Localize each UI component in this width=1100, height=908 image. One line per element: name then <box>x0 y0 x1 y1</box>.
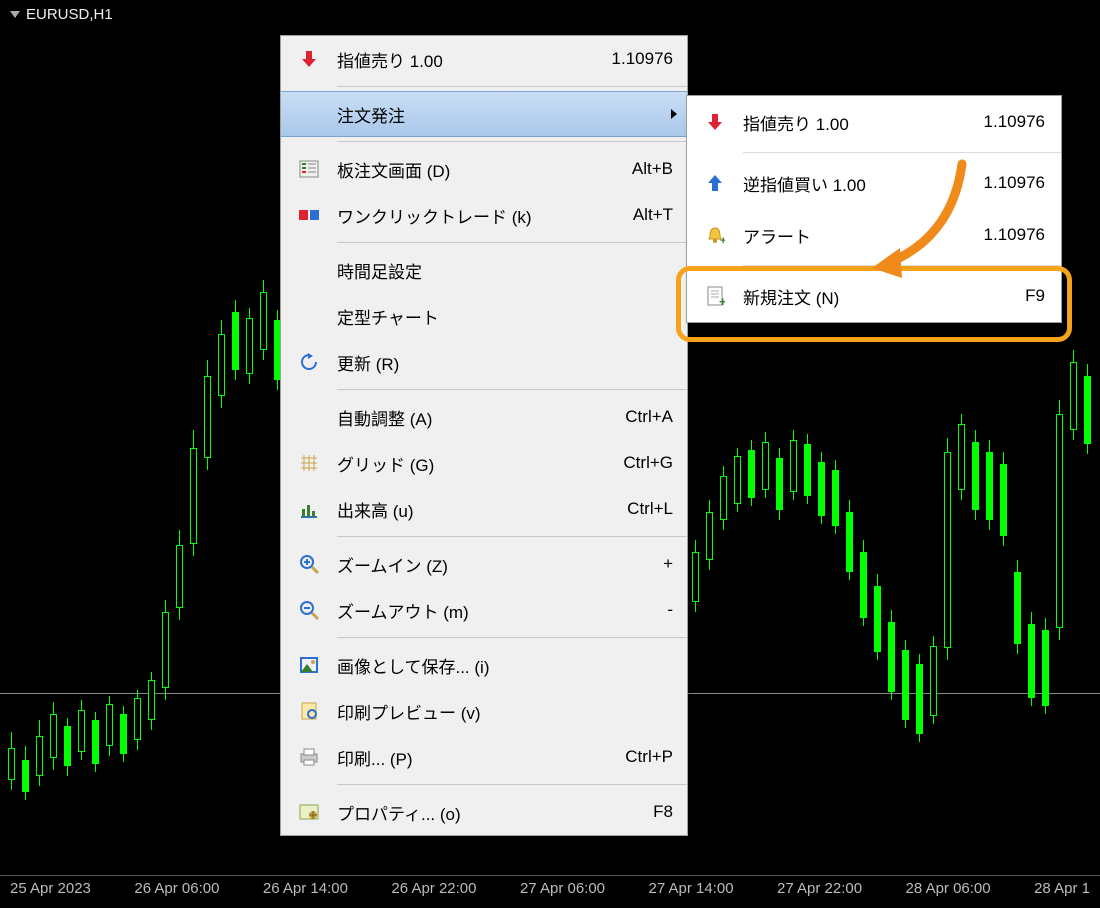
sell-arrow-icon <box>687 112 743 132</box>
menu-auto-scale[interactable]: 自動調整 (A) Ctrl+A <box>281 394 687 440</box>
x-axis-label: 26 Apr 14:00 <box>263 880 348 908</box>
one-click-icon <box>281 208 337 222</box>
menu-one-click-trading[interactable]: ワンクリックトレード (k) Alt+T <box>281 192 687 238</box>
menu-volumes[interactable]: 出来高 (u) Ctrl+L <box>281 486 687 532</box>
menu-save-as-image[interactable]: 画像として保存... (i) <box>281 642 687 688</box>
svg-text:+: + <box>719 294 725 307</box>
svg-text:+: + <box>720 235 725 245</box>
new-order-icon: + <box>687 285 743 307</box>
menu-zoom-out[interactable]: ズームアウト (m) - <box>281 587 687 633</box>
separator <box>337 86 687 87</box>
submenu-sell-limit[interactable]: 指値売り 1.00 1.10976 <box>687 96 1061 148</box>
x-axis-label: 28 Apr 1 <box>1034 880 1090 908</box>
separator <box>337 389 687 390</box>
menu-grid[interactable]: グリッド (G) Ctrl+G <box>281 440 687 486</box>
volume-bars-icon <box>281 499 337 519</box>
zoom-out-icon <box>281 599 337 621</box>
grid-icon <box>281 453 337 473</box>
menu-zoom-in[interactable]: ズームイン (Z) + <box>281 541 687 587</box>
x-axis-label: 26 Apr 06:00 <box>134 880 219 908</box>
separator <box>743 152 1061 153</box>
x-axis: 25 Apr 2023 26 Apr 06:00 26 Apr 14:00 26 Ap… <box>0 875 1100 908</box>
separator <box>337 784 687 785</box>
printer-icon <box>281 747 337 767</box>
separator <box>337 242 687 243</box>
separator <box>337 536 687 537</box>
buy-arrow-icon <box>687 173 743 193</box>
zoom-in-icon <box>281 553 337 575</box>
menu-templates[interactable]: 定型チャート <box>281 293 687 339</box>
chart-title-bar: EURUSD,H1 <box>0 0 1100 28</box>
sell-arrow-icon <box>281 49 337 69</box>
menu-print-preview[interactable]: 印刷プレビュー (v) <box>281 688 687 734</box>
grid-table-icon <box>281 160 337 178</box>
x-axis-label: 25 Apr 2023 <box>10 880 91 908</box>
submenu-arrow-icon <box>671 109 677 119</box>
x-axis-label: 28 Apr 06:00 <box>906 880 991 908</box>
submenu-new-order[interactable]: + 新規注文 (N) F9 <box>687 270 1061 322</box>
menu-sell-limit[interactable]: 指値売り 1.00 1.10976 <box>281 36 687 82</box>
submenu-alert[interactable]: + アラート 1.10976 <box>687 209 1061 261</box>
context-menu: 指値売り 1.00 1.10976 注文発注 板注文画面 (D) Alt+B ワ… <box>280 35 688 836</box>
x-axis-label: 27 Apr 22:00 <box>777 880 862 908</box>
menu-order[interactable]: 注文発注 <box>281 91 687 137</box>
x-axis-label: 26 Apr 22:00 <box>391 880 476 908</box>
refresh-icon <box>281 352 337 372</box>
menu-properties[interactable]: プロパティ... (o) F8 <box>281 789 687 835</box>
bell-icon: + <box>687 225 743 245</box>
menu-print[interactable]: 印刷... (P) Ctrl+P <box>281 734 687 780</box>
submenu-buy-stop[interactable]: 逆指値買い 1.00 1.10976 <box>687 157 1061 209</box>
dropdown-icon[interactable] <box>10 11 20 18</box>
properties-icon <box>281 802 337 822</box>
chart-title: EURUSD,H1 <box>26 6 113 23</box>
print-preview-icon <box>281 701 337 721</box>
menu-refresh[interactable]: 更新 (R) <box>281 339 687 385</box>
order-submenu: 指値売り 1.00 1.10976 逆指値買い 1.00 1.10976 + ア… <box>686 95 1062 323</box>
separator <box>337 637 687 638</box>
x-axis-label: 27 Apr 06:00 <box>520 880 605 908</box>
separator <box>743 265 1061 266</box>
menu-timeframes[interactable]: 時間足設定 <box>281 247 687 293</box>
separator <box>337 141 687 142</box>
save-image-icon <box>281 655 337 675</box>
menu-depth-of-market[interactable]: 板注文画面 (D) Alt+B <box>281 146 687 192</box>
x-axis-label: 27 Apr 14:00 <box>648 880 733 908</box>
